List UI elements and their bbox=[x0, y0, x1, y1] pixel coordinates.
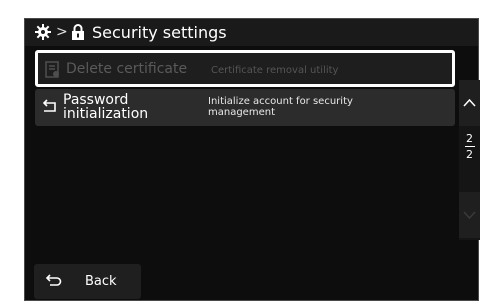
scroll-down-button[interactable] bbox=[459, 192, 480, 238]
page-title: Security settings bbox=[92, 23, 227, 42]
menu-item-label: Delete certificate bbox=[66, 61, 188, 77]
page-current: 2 bbox=[466, 132, 473, 145]
pager-scrollbar: 2 2 bbox=[459, 80, 480, 240]
menu-item-delete-certificate[interactable]: Delete certificate Certificate removal u… bbox=[35, 50, 455, 87]
page-divider bbox=[464, 146, 475, 147]
screen-frame: > Security settings Delete certificate C… bbox=[24, 18, 480, 301]
menu-item-label: Password initialization bbox=[63, 92, 149, 122]
lock-icon bbox=[72, 24, 84, 40]
menu-item-password-initialization[interactable]: Password initialization Initialize accoun… bbox=[35, 89, 455, 126]
menu-item-description: Certificate removal utility bbox=[211, 65, 339, 76]
chevron-down-icon bbox=[463, 211, 476, 220]
page-total: 2 bbox=[466, 148, 473, 161]
gear-icon bbox=[35, 24, 51, 40]
chevron-up-icon bbox=[463, 98, 476, 107]
breadcrumb-separator: > bbox=[56, 24, 68, 40]
back-arrow-icon bbox=[45, 274, 62, 286]
back-button[interactable]: Back bbox=[34, 264, 141, 299]
page-indicator: 2 2 bbox=[459, 132, 480, 161]
back-button-label: Back bbox=[85, 274, 117, 289]
reset-arrow-icon bbox=[42, 99, 56, 112]
menu-item-description: Initialize account for security managemen… bbox=[208, 96, 353, 118]
title-bar: > Security settings bbox=[25, 19, 478, 46]
certificate-icon bbox=[45, 61, 59, 78]
settings-list: Delete certificate Certificate removal u… bbox=[35, 50, 455, 128]
scroll-up-button[interactable] bbox=[459, 80, 480, 126]
